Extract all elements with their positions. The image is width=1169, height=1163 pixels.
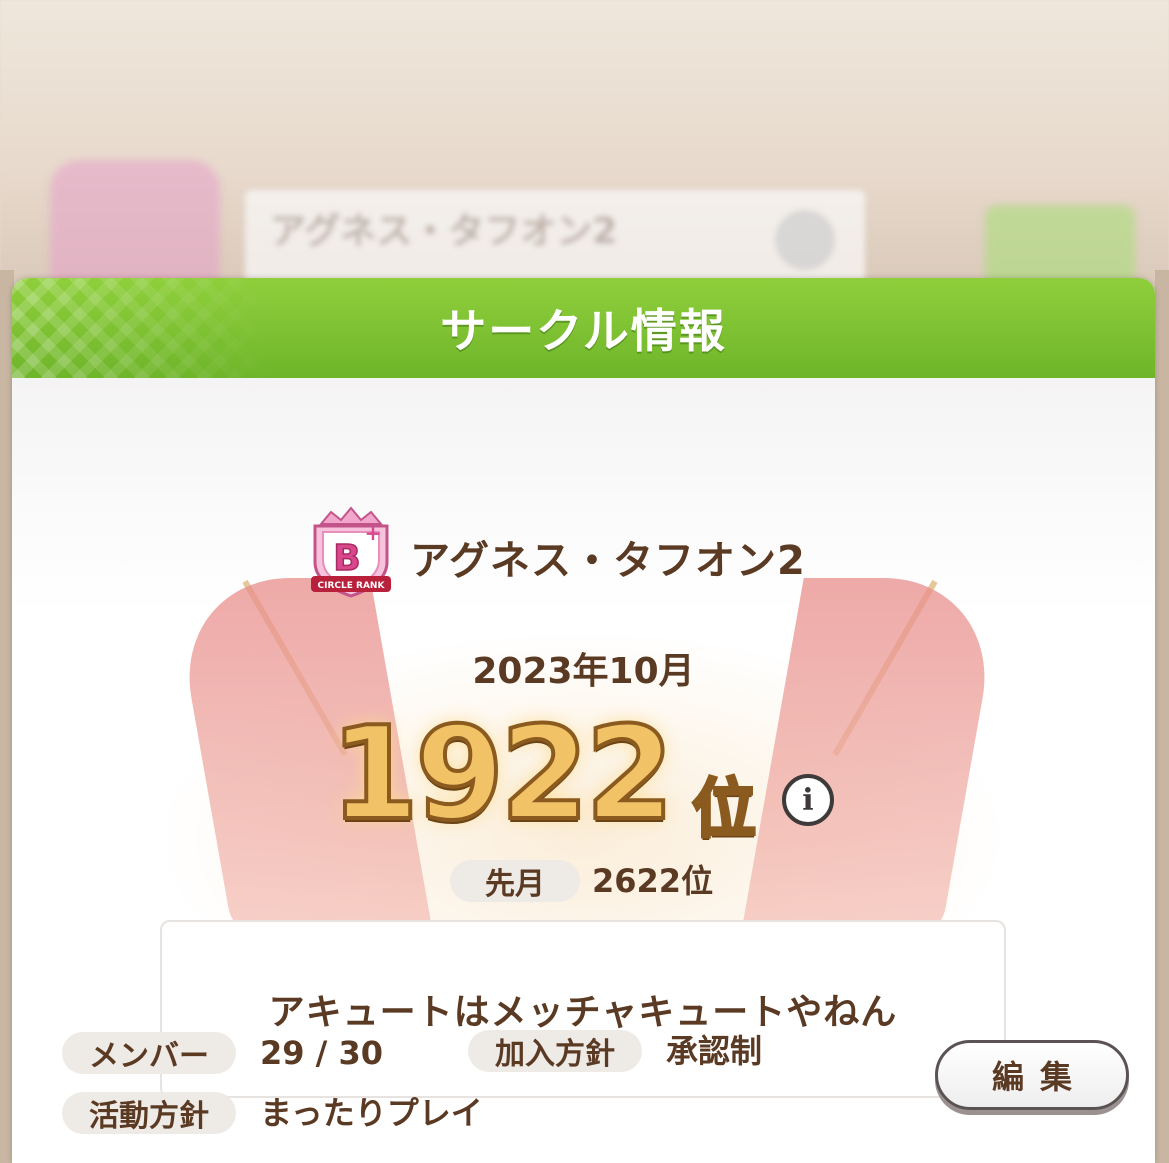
circle-info-dialog: サークル情報 B + CIRCLE RANK アグネス・タフオン2 2023年1… — [12, 278, 1155, 1163]
activity-policy-label: 活動方針 — [62, 1092, 236, 1134]
background-circle-name: アグネス・タフオン2 — [270, 211, 618, 252]
edit-button[interactable]: 編集 — [935, 1040, 1129, 1110]
circle-comment: アキュートはメッチャキュートやねん — [268, 992, 898, 1033]
background-side — [1155, 270, 1169, 1163]
dialog-title: サークル情報 — [440, 304, 727, 358]
last-month-rank: 2622位 — [592, 862, 714, 900]
circle-rank-badge-icon: B + CIRCLE RANK — [311, 506, 391, 598]
rank-plus: + — [365, 521, 382, 545]
dialog-header: サークル情報 — [12, 278, 1155, 378]
last-month-label: 先月 — [450, 860, 580, 902]
circle-name: アグネス・タフオン2 — [410, 538, 806, 584]
members-label: メンバー — [62, 1032, 236, 1074]
join-policy-label: 加入方針 — [468, 1030, 642, 1072]
background-green-button — [985, 205, 1135, 285]
join-policy-value: 承認制 — [666, 1032, 763, 1070]
activity-policy-value: まったりプレイ — [260, 1094, 483, 1132]
rank-letter: B — [333, 538, 360, 579]
background-info-icon — [775, 210, 835, 270]
rank-caption: CIRCLE RANK — [318, 581, 386, 591]
current-rank-unit: 位 — [691, 772, 758, 849]
members-value: 29 / 30 — [260, 1034, 384, 1072]
current-rank-number: 1922 — [328, 698, 676, 851]
info-icon[interactable]: i — [782, 774, 834, 826]
ranking-month: 2023年10月 — [472, 651, 695, 692]
